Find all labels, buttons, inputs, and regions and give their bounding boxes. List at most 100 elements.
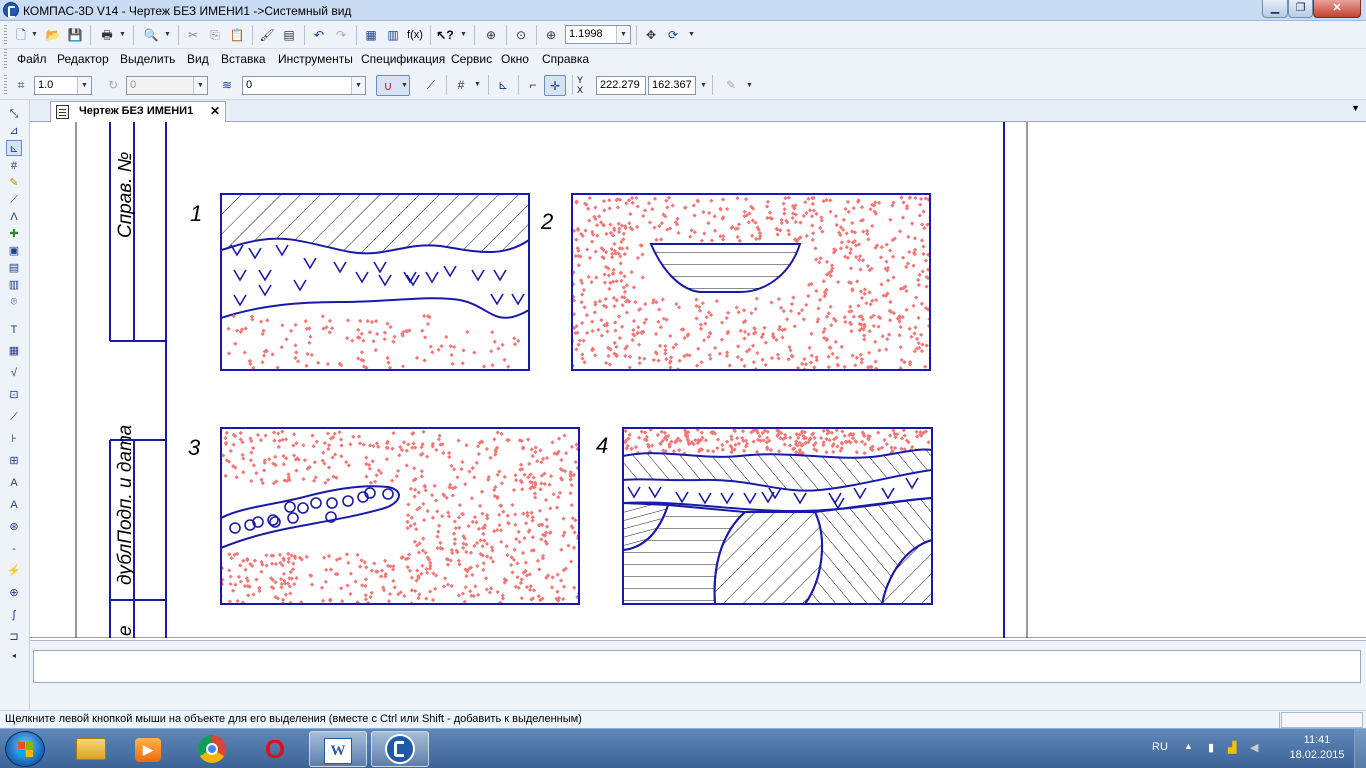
- tray-expand-icon[interactable]: ▲: [1184, 741, 1193, 751]
- soil-panel-1[interactable]: [221, 194, 529, 370]
- axis-icon[interactable]: ‐: [6, 541, 22, 557]
- menu-service[interactable]: Сервис: [451, 52, 492, 66]
- panel-scroll-icon[interactable]: ◂: [6, 648, 22, 664]
- layer-icon[interactable]: ≋: [218, 76, 236, 94]
- hatch-icon[interactable]: #: [6, 158, 22, 174]
- refresh-icon[interactable]: ⟳: [664, 26, 682, 44]
- mark-icon[interactable]: ⊦: [6, 431, 22, 447]
- arrow-icon[interactable]: A: [6, 497, 22, 513]
- taskbar-opera[interactable]: O: [246, 731, 304, 767]
- coord-y-field[interactable]: 162.367: [648, 76, 696, 95]
- soil-panel-4[interactable]: [623, 427, 936, 604]
- select-icon[interactable]: ✚: [6, 226, 22, 242]
- start-button[interactable]: [5, 731, 45, 767]
- library-icon[interactable]: ✎: [722, 76, 740, 94]
- cursor-snap-button[interactable]: ✛: [544, 75, 566, 96]
- help-dropdown-icon[interactable]: ▼: [460, 26, 467, 44]
- roughness-icon[interactable]: √: [6, 365, 22, 381]
- zoom-dropdown-icon[interactable]: ▼: [616, 26, 630, 43]
- taskbar-media-player[interactable]: ▶: [119, 731, 177, 767]
- menu-select[interactable]: Выделить: [120, 52, 175, 66]
- center-mark-icon[interactable]: ⊕: [6, 585, 22, 601]
- coord-dropdown-icon[interactable]: ▼: [700, 77, 707, 95]
- table-icon[interactable]: ▦: [6, 343, 22, 359]
- copy-icon[interactable]: ⎘: [206, 26, 224, 44]
- grid-icon[interactable]: #: [452, 76, 470, 94]
- cursor-step-icon[interactable]: ⌗: [12, 76, 30, 94]
- signal-icon[interactable]: ▟: [1228, 741, 1236, 754]
- grid-dropdown-icon[interactable]: ▼: [474, 76, 481, 94]
- menu-view[interactable]: Вид: [187, 52, 209, 66]
- zoom-scale-field[interactable]: 1.1998 ▼: [565, 25, 631, 44]
- snap-dropdown-icon[interactable]: ▼: [401, 77, 408, 95]
- soil-panel-3[interactable]: [219, 429, 586, 605]
- maximize-button[interactable]: ❐: [1288, 0, 1313, 18]
- print-icon[interactable]: 🖶: [98, 26, 116, 44]
- local-cs-icon[interactable]: ⊾: [494, 76, 512, 94]
- library-dropdown-icon[interactable]: ▼: [746, 77, 753, 95]
- dimensions-icon[interactable]: ⊾: [6, 140, 22, 156]
- toolbar-grip[interactable]: [4, 75, 7, 95]
- layer-field[interactable]: 0 ▼: [242, 76, 366, 95]
- preview-icon[interactable]: 🔍: [142, 26, 160, 44]
- format-brush-icon[interactable]: 🖌: [258, 26, 276, 44]
- menu-specification[interactable]: Спецификация: [361, 52, 445, 66]
- taskbar-word[interactable]: W: [309, 731, 367, 767]
- geometry-icon[interactable]: ⤡: [6, 106, 22, 122]
- preview-dropdown-icon[interactable]: ▼: [164, 26, 171, 44]
- position-icon[interactable]: ⊐: [6, 629, 22, 645]
- menu-editor[interactable]: Редактор: [57, 52, 109, 66]
- taskbar-chrome[interactable]: [183, 731, 241, 767]
- menubar-grip[interactable]: [4, 49, 7, 69]
- menu-window[interactable]: Окно: [501, 52, 529, 66]
- new-document-icon[interactable]: 🗋: [12, 26, 30, 44]
- clock[interactable]: 11:41 18.02.2015: [1286, 733, 1348, 763]
- break-line-icon[interactable]: ∫: [6, 607, 22, 623]
- undo-icon[interactable]: ↶: [310, 26, 328, 44]
- layer-dropdown-icon[interactable]: ▼: [351, 77, 365, 94]
- menu-file[interactable]: Файл: [17, 52, 47, 66]
- edit-icon[interactable]: ✎: [6, 175, 22, 191]
- insert-icon[interactable]: ⌾: [6, 294, 22, 310]
- text-icon[interactable]: T: [6, 322, 22, 338]
- fx-icon[interactable]: f(x): [406, 26, 424, 44]
- report-icon[interactable]: ▥: [6, 277, 22, 293]
- text-leader-icon[interactable]: A: [6, 475, 22, 491]
- language-indicator[interactable]: RU: [1152, 741, 1168, 753]
- base-icon[interactable]: ⊡: [6, 387, 22, 403]
- menu-tools[interactable]: Инструменты: [278, 52, 353, 66]
- coord-x-field[interactable]: 222.279: [596, 76, 646, 95]
- measure-icon[interactable]: Λ: [6, 209, 22, 225]
- new-dropdown-icon[interactable]: ▼: [31, 26, 38, 44]
- redo-icon[interactable]: ↷: [332, 26, 350, 44]
- paste-icon[interactable]: 📋: [228, 26, 246, 44]
- close-button[interactable]: ✕: [1313, 0, 1361, 18]
- parametrize-icon[interactable]: ⟋: [6, 192, 22, 208]
- menu-insert[interactable]: Вставка: [221, 52, 266, 66]
- soil-panel-2[interactable]: [569, 195, 935, 371]
- zoom-in-icon[interactable]: ⊕: [542, 26, 560, 44]
- cut-line-icon[interactable]: ⊛: [6, 519, 22, 535]
- tab-close-icon[interactable]: ✕: [210, 102, 220, 121]
- step-field[interactable]: 1.0 ▼: [34, 76, 92, 95]
- taskbar-kompas[interactable]: [371, 731, 429, 767]
- variables-icon[interactable]: ▥: [384, 26, 402, 44]
- spec-icon[interactable]: ▤: [6, 260, 22, 276]
- properties-icon[interactable]: ▤: [280, 26, 298, 44]
- battery-icon[interactable]: ▮: [1208, 741, 1214, 754]
- toolbar-grip[interactable]: [4, 25, 7, 45]
- refresh-dropdown-icon[interactable]: ▼: [688, 26, 695, 44]
- print-dropdown-icon[interactable]: ▼: [119, 26, 126, 44]
- tab-list-icon[interactable]: ▼: [1351, 103, 1360, 113]
- ortho-icon[interactable]: ⟋: [422, 76, 440, 94]
- snap-button[interactable]: ∪ ▼: [376, 75, 410, 96]
- open-icon[interactable]: 📂: [44, 26, 62, 44]
- properties-area[interactable]: [33, 650, 1361, 683]
- cut-icon[interactable]: ✂: [184, 26, 202, 44]
- leader-icon[interactable]: ⟋: [6, 409, 22, 425]
- tab-drawing[interactable]: Чертеж БЕЗ ИМЕНИ1 ✕: [50, 101, 226, 122]
- menu-help[interactable]: Справка: [542, 52, 589, 66]
- minimize-button[interactable]: ▁: [1262, 0, 1288, 18]
- show-desktop-button[interactable]: [1354, 729, 1366, 768]
- wave-icon[interactable]: ⚡: [6, 563, 22, 579]
